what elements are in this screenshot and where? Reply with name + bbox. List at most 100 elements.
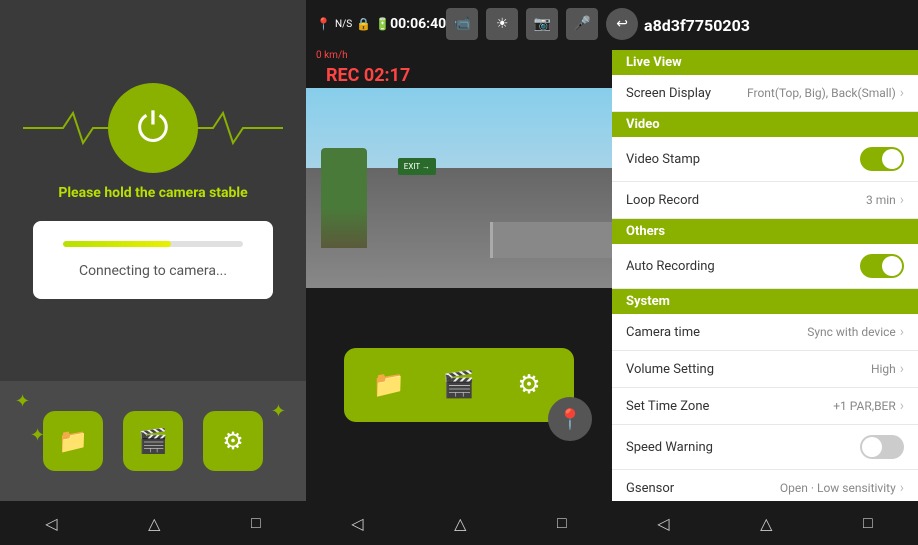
action-video-icon: 🎬 [443,370,475,400]
setting-video-stamp[interactable]: Video Stamp [612,137,918,182]
lock-icon: 🔒 [356,17,371,31]
hold-camera-text: Please hold the camera stable [58,185,247,201]
screen-display-value: Front(Top, Big), Back(Small) › [747,85,904,101]
brightness-icon: ☀ [496,16,509,32]
setting-screen-display[interactable]: Screen Display Front(Top, Big), Back(Sma… [612,75,918,112]
panel-connecting: ⏻ Please hold the camera stable Connecti… [0,0,306,545]
camera-icon-container: ⏻ [98,83,208,173]
loop-record-chevron: › [900,192,904,208]
video-button[interactable]: 🎬 [123,411,183,471]
action-files-button[interactable]: 📁 [364,360,414,410]
speed-warning-toggle[interactable] [860,435,904,459]
panel1-recent-button[interactable]: □ [251,513,261,533]
spark-decoration-2: ✦ [271,401,286,422]
microphone-button[interactable]: 🎤 [566,8,598,40]
auto-recording-toggle[interactable] [860,254,904,278]
loop-record-label: Loop Record [626,193,699,208]
video-mode-icon: 📹 [453,16,470,32]
video-stamp-toggle[interactable] [860,147,904,171]
panel1-back-button[interactable]: ◁ [45,514,57,533]
volume-label: Volume Setting [626,362,714,377]
camera-time-chevron: › [900,324,904,340]
section-others: Others [612,219,918,244]
panel1-top-area: ⏻ Please hold the camera stable Connecti… [0,0,306,381]
timezone-label: Set Time Zone [626,399,709,414]
panel2-back-button[interactable]: ◁ [351,514,363,533]
brightness-button[interactable]: ☀ [486,8,518,40]
battery-icon: 🔋 [375,17,390,31]
action-video-button[interactable]: 🎬 [434,360,484,410]
spark-decoration-1: ✦ [15,391,30,412]
auto-recording-label: Auto Recording [626,259,715,274]
setting-camera-time[interactable]: Camera time Sync with device › [612,314,918,351]
power-icon: ⏻ [137,104,169,151]
timezone-chevron: › [900,398,904,414]
video-mode-button[interactable]: 📹 [446,8,478,40]
location-button[interactable]: 📍 [548,397,592,441]
files-button[interactable]: 📁 [43,411,103,471]
panel-live-view: 📍 N/S 🔒 🔋 00:06:40 📹 ☀ 📷 🎤 ↩ 0 km/h [306,0,612,545]
spark-decoration-3: ✦ [30,425,45,446]
microphone-icon: 🎤 [573,16,590,32]
guardrail [490,222,612,258]
progress-bar-container [63,241,243,247]
setting-gsensor[interactable]: Gsensor Open · Low sensitivity › [612,470,918,501]
panel2-recent-button[interactable]: □ [557,513,567,533]
setting-volume[interactable]: Volume Setting High › [612,351,918,388]
action-settings-button[interactable]: ⚙ [504,360,554,410]
video-icon: 🎬 [138,427,168,455]
gps-icon: 📍 [316,17,331,31]
connecting-box: Connecting to camera... [33,221,273,299]
timezone-value: +1 PAR,BER › [833,398,904,414]
setting-auto-recording[interactable]: Auto Recording [612,244,918,289]
time-display: 00:06:40 [390,16,446,32]
screen-display-chevron: › [900,85,904,101]
gsensor-value: Open · Low sensitivity › [780,480,904,496]
header-status-area: 📍 N/S 🔒 🔋 [316,17,390,31]
rec-timer-area: REC 02:17 [306,63,612,88]
section-live-view: Live View [612,50,918,75]
camera-view-area: EXIT → [306,88,612,288]
setting-timezone[interactable]: Set Time Zone +1 PAR,BER › [612,388,918,425]
panel2-bottom-area: 📁 🎬 ⚙ 📍 [306,288,612,501]
panel3-header: ‹ a8d3f7750203 [612,0,918,50]
action-gear-icon: ⚙ [517,370,540,400]
gear-icon: ⚙ [222,427,244,455]
panel2-home-button[interactable]: △ [454,514,466,533]
volume-value: High › [871,361,904,377]
speed-warning-label: Speed Warning [626,440,713,455]
panel2-header: 📍 N/S 🔒 🔋 00:06:40 📹 ☀ 📷 🎤 ↩ [306,0,612,48]
connecting-text: Connecting to camera... [79,263,227,279]
settings-button[interactable]: ⚙ [203,411,263,471]
camera-time-label: Camera time [626,325,700,340]
panel1-home-button[interactable]: △ [148,514,160,533]
gsensor-chevron: › [900,480,904,496]
progress-bar-fill [63,241,171,247]
section-video: Video [612,112,918,137]
panel3-recent-button[interactable]: □ [863,513,873,533]
screen-display-label: Screen Display [626,86,711,101]
panel-settings: ‹ a8d3f7750203 Live View Screen Display … [612,0,918,545]
setting-speed-warning[interactable]: Speed Warning [612,425,918,470]
header-icons-area: 📹 ☀ 📷 🎤 ↩ [446,8,638,40]
device-id-text: a8d3f7750203 [644,16,750,35]
refresh-button[interactable]: ↩ [606,8,638,40]
location-icon: 📍 [558,407,583,431]
rec-timer: REC 02:17 [316,61,420,90]
panel3-back-button[interactable]: ◁ [657,514,669,533]
panel3-nav-bar: ◁ △ □ [612,501,918,545]
setting-loop-record[interactable]: Loop Record 3 min › [612,182,918,219]
camera-power-circle[interactable]: ⏻ [108,83,198,173]
video-stamp-label: Video Stamp [626,152,700,167]
settings-content: Live View Screen Display Front(Top, Big)… [612,50,918,501]
folder-icon: 📁 [58,427,88,455]
camera-switch-button[interactable]: 📷 [526,8,558,40]
road-sign: EXIT → [398,158,436,175]
refresh-icon: ↩ [616,16,628,32]
panel3-home-button[interactable]: △ [760,514,772,533]
ns-label: N/S [335,19,352,30]
volume-chevron: › [900,361,904,377]
panel1-bottom-toolbar: ✦ ✦ ✦ 📁 🎬 ⚙ [0,381,306,501]
camera-switch-icon: 📷 [533,16,550,32]
action-toolbar: 📁 🎬 ⚙ [344,348,574,422]
